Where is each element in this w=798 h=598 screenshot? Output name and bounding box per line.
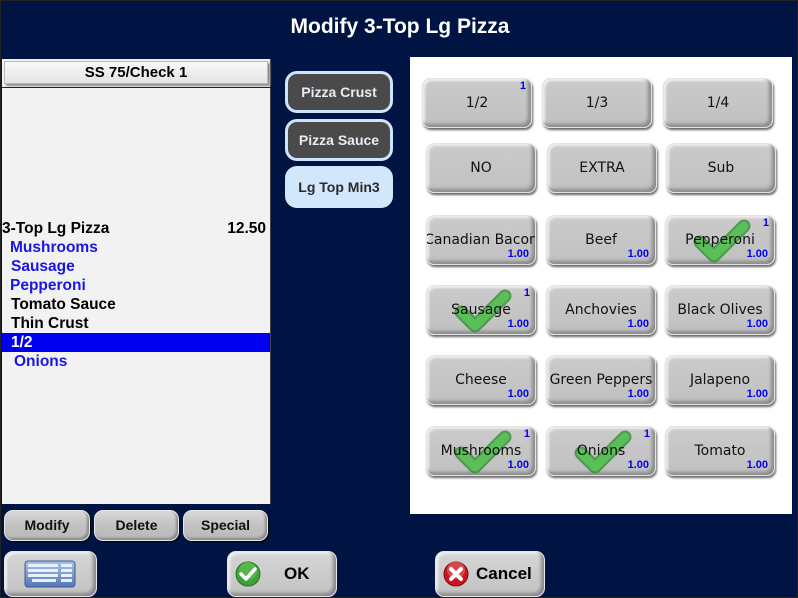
portion-button-1-4[interactable]: 1/4 bbox=[663, 78, 773, 128]
topping-button-tomato[interactable]: Tomato 1.00 bbox=[665, 426, 775, 476]
item-price: 12.50 bbox=[227, 220, 266, 237]
prefix-button-no[interactable]: NO bbox=[426, 143, 536, 193]
selection-count: 1 bbox=[643, 428, 650, 440]
topping-button-green-peppers[interactable]: Green Peppers 1.00 bbox=[546, 355, 656, 405]
check-line-modifier[interactable]: Thin Crust bbox=[2, 314, 270, 333]
topping-button-sausage[interactable]: Sausage 1 1.00 bbox=[426, 285, 536, 335]
topping-button-black-olives[interactable]: Black Olives 1.00 bbox=[665, 285, 775, 335]
prefix-label: Sub bbox=[707, 160, 735, 176]
selection-count: 1 bbox=[519, 80, 526, 92]
portion-button-1-3[interactable]: 1/3 bbox=[542, 78, 652, 128]
modifier-price: 1.00 bbox=[627, 459, 649, 471]
keyboard-button[interactable] bbox=[4, 551, 97, 597]
portion-label: 1/4 bbox=[706, 95, 730, 111]
topping-button-beef[interactable]: Beef 1.00 bbox=[546, 215, 656, 265]
item-name: 3-Top Lg Pizza bbox=[2, 220, 110, 237]
topping-button-jalapeno[interactable]: Jalapeno 1.00 bbox=[665, 355, 775, 405]
portion-button-1-2[interactable]: 1/2 1 bbox=[422, 78, 532, 128]
divider bbox=[2, 87, 271, 88]
topping-button-mushrooms[interactable]: Mushrooms 1 1.00 bbox=[426, 426, 536, 476]
delete-button[interactable]: Delete bbox=[94, 510, 179, 541]
dialog-title: Modify 3-Top Lg Pizza bbox=[290, 15, 510, 38]
topping-button-canadian-bacon[interactable]: Canadian Bacon 1.00 bbox=[426, 215, 536, 265]
topping-button-cheese[interactable]: Cheese 1.00 bbox=[426, 355, 536, 405]
check-header[interactable]: SS 75/Check 1 bbox=[4, 61, 268, 84]
check-line-modifier[interactable]: Mushrooms bbox=[2, 238, 270, 257]
keyboard-icon bbox=[24, 560, 76, 588]
modify-button[interactable]: Modify bbox=[4, 510, 90, 541]
red-x-circle-icon bbox=[443, 561, 469, 587]
portion-label: 1/3 bbox=[585, 95, 609, 111]
category-tab-pizza-sauce[interactable]: Pizza Sauce bbox=[285, 119, 393, 161]
modifier-price: 1.00 bbox=[627, 318, 649, 330]
selection-count: 1 bbox=[523, 287, 530, 299]
ok-label: OK bbox=[284, 564, 310, 583]
selection-count: 1 bbox=[523, 428, 530, 440]
ok-button[interactable]: OK bbox=[227, 551, 337, 597]
check-line-modifier[interactable]: Pepperoni bbox=[2, 276, 270, 295]
topping-button-pepperoni[interactable]: Pepperoni 1 1.00 bbox=[665, 215, 775, 265]
check-line-list: 3-Top Lg Pizza 12.50 Mushrooms Sausage P… bbox=[2, 219, 270, 371]
selection-count: 1 bbox=[762, 217, 769, 229]
topping-button-onions[interactable]: Onions 1 1.00 bbox=[546, 426, 656, 476]
modifier-price: 1.00 bbox=[746, 459, 768, 471]
green-check-circle-icon bbox=[235, 561, 261, 587]
special-button[interactable]: Special bbox=[183, 510, 268, 541]
portion-label: 1/2 bbox=[465, 95, 489, 111]
modifier-price: 1.00 bbox=[507, 459, 529, 471]
check-line-modifier[interactable]: Sausage bbox=[2, 257, 270, 276]
modifier-price: 1.00 bbox=[627, 248, 649, 260]
cancel-button[interactable]: Cancel bbox=[435, 551, 545, 597]
prefix-button-extra[interactable]: EXTRA bbox=[547, 143, 657, 193]
prefix-label: EXTRA bbox=[579, 160, 625, 176]
check-line-modifier[interactable]: Onions bbox=[2, 352, 270, 371]
modifier-price: 1.00 bbox=[507, 248, 529, 260]
check-line-modifier[interactable]: Tomato Sauce bbox=[2, 295, 270, 314]
modifier-price: 1.00 bbox=[507, 388, 529, 400]
topping-button-anchovies[interactable]: Anchovies 1.00 bbox=[546, 285, 656, 335]
modifier-price: 1.00 bbox=[507, 318, 529, 330]
modifier-price: 1.00 bbox=[746, 318, 768, 330]
category-tab-lg-top-min3[interactable]: Lg Top Min3 bbox=[285, 166, 393, 208]
prefix-button-sub[interactable]: Sub bbox=[666, 143, 776, 193]
category-tab-pizza-crust[interactable]: Pizza Crust bbox=[285, 71, 393, 113]
cancel-label: Cancel bbox=[476, 564, 532, 583]
check-panel: SS 75/Check 1 3-Top Lg Pizza 12.50 Mushr… bbox=[2, 59, 271, 504]
modifier-price: 1.00 bbox=[746, 388, 768, 400]
check-line-selected[interactable]: 1/2 bbox=[2, 333, 270, 352]
check-line-item[interactable]: 3-Top Lg Pizza 12.50 bbox=[2, 219, 270, 238]
modifier-price: 1.00 bbox=[746, 248, 768, 260]
modifier-price: 1.00 bbox=[627, 388, 649, 400]
prefix-label: NO bbox=[470, 160, 492, 176]
